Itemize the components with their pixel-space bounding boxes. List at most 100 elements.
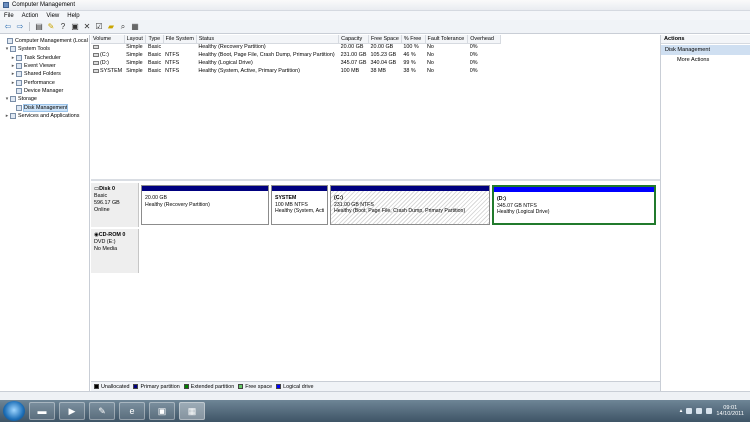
legend-swatch [183, 383, 189, 389]
tree-item-system-tools[interactable]: ▾ System Tools [0, 45, 89, 53]
toolbar-separator [29, 22, 30, 31]
drive-icon [93, 44, 99, 49]
more-actions-link[interactable]: More Actions [661, 55, 750, 65]
table-cell: 345.07 GB [340, 60, 367, 66]
column-header[interactable]: Free Space [368, 35, 402, 44]
legend-label: Free space [245, 383, 273, 390]
partition-system[interactable]: SYSTEM 100 MB NTFS Healthy (System, Acti [271, 185, 328, 225]
table-row[interactable]: Simple Basic Healthy (Recovery Partition… [91, 43, 501, 51]
legend-label: Unallocated [101, 383, 130, 390]
tree-item-label: Performance [24, 79, 55, 86]
remote-desktop-icon[interactable]: ▣ [149, 402, 175, 420]
taskbar: ▬ ▶ ✎ e ▣ ▦ ▴ 09:01 14/10/2011 [0, 400, 750, 422]
column-header[interactable]: Fault Tolerance [425, 35, 469, 44]
table-cell: Simple [126, 60, 143, 66]
disk-info[interactable]: ▭Disk 0 Basic 596.17 GB Online [91, 183, 139, 227]
properties-icon[interactable]: ✎ [46, 22, 56, 32]
services-icon [10, 112, 16, 119]
table-cell: 20.00 GB [340, 44, 364, 51]
table-cell: 0% [469, 52, 478, 58]
volume-cell: SYSTEM [91, 67, 124, 75]
partition-d[interactable]: (D:) 345.07 GB NTFS Healthy (Logical Dri… [492, 185, 656, 225]
tree-item-label: Storage [18, 96, 37, 103]
table-cell: No [427, 68, 434, 74]
table-cell: NTFS [165, 68, 180, 74]
device-manager-icon [16, 87, 22, 94]
legend-item: Free space [238, 384, 272, 390]
menu-help[interactable]: Help [67, 13, 79, 19]
partition-status: Healthy (Logical Drive) [497, 209, 550, 215]
tree-item-disk-management[interactable]: Disk Management [0, 103, 89, 112]
table-cell: Healthy (Logical Drive) [198, 60, 253, 66]
check-icon[interactable]: ☑ [94, 22, 104, 32]
internet-explorer-icon[interactable]: e [119, 402, 145, 420]
menu-action[interactable]: Action [22, 13, 39, 19]
disk-icon[interactable]: ▦ [130, 22, 140, 32]
delete-icon[interactable]: ✕ [82, 22, 92, 32]
column-header[interactable]: Volume [91, 35, 125, 44]
clock-icon [16, 54, 22, 61]
tree-item-computer-management[interactable]: Computer Management (Local [0, 37, 89, 45]
tree-item-label: Disk Management [22, 103, 69, 112]
actions-section-disk-management[interactable]: Disk Management [661, 45, 750, 55]
column-header[interactable]: File System [163, 35, 197, 44]
back-icon[interactable]: ⇦ [3, 22, 13, 32]
open-icon[interactable]: ▰ [106, 22, 116, 32]
volume-icon[interactable] [706, 408, 713, 414]
help-icon[interactable]: ? [58, 22, 68, 32]
table-cell: 20.00 GB [370, 44, 394, 51]
show-hidden-icons-icon[interactable]: ▴ [680, 408, 683, 414]
forward-icon[interactable]: ⇨ [15, 22, 25, 32]
column-header[interactable]: Overhead [467, 35, 501, 44]
table-row[interactable]: SYSTEM Simple Basic NTFS Healthy (System… [91, 67, 501, 75]
table-row[interactable]: (D:) Simple Basic NTFS Healthy (Logical … [91, 59, 501, 67]
menu-view[interactable]: View [46, 13, 59, 19]
start-button[interactable] [3, 401, 25, 421]
tree-item-label: Computer Management (Local [15, 38, 88, 45]
search-icon[interactable]: ⌕ [118, 22, 128, 32]
network-icon[interactable] [696, 408, 703, 414]
media-player-icon[interactable]: ▶ [59, 402, 85, 420]
show-hide-icon[interactable]: ▣ [70, 22, 80, 32]
volume-name: (D:) [100, 60, 109, 66]
paint-icon[interactable]: ✎ [89, 402, 115, 420]
system-tray: ▴ 09:01 14/10/2011 [680, 405, 750, 417]
menu-file[interactable]: File [4, 13, 14, 19]
table-cell: Basic [147, 52, 162, 58]
up-folder-icon[interactable]: ▤ [34, 22, 44, 32]
tree-item-device-manager[interactable]: Device Manager [0, 87, 89, 95]
tree-item-services-and-applications[interactable]: ▸ Services and Applications [0, 112, 89, 120]
volume-name: (C:) [100, 52, 109, 58]
clock[interactable]: 09:01 14/10/2011 [716, 405, 744, 417]
volume-cell: (D:) [91, 59, 124, 67]
action-center-icon[interactable] [686, 408, 693, 414]
tree-item-task-scheduler[interactable]: ▸ Task Scheduler [0, 54, 89, 62]
table-cell: Healthy (System, Active, Primary Partiti… [198, 68, 300, 74]
explorer-icon[interactable]: ▬ [29, 402, 55, 420]
drive-icon [93, 68, 99, 73]
column-header[interactable]: Status [196, 35, 340, 44]
column-header[interactable]: Type [145, 35, 164, 44]
table-cell: 105.23 GB [370, 52, 397, 58]
tree-item-performance[interactable]: ▸ Performance [0, 78, 89, 86]
disk-status: Online [94, 207, 110, 213]
column-header[interactable]: Capacity [338, 35, 369, 44]
disk-info[interactable]: ◉CD-ROM 0 DVD (E:) No Media [91, 229, 139, 273]
tree-item-shared-folders[interactable]: ▸ Shared Folders [0, 70, 89, 78]
tree-item-event-viewer[interactable]: ▸ Event Viewer [0, 62, 89, 70]
table-row[interactable]: (C:) Simple Basic NTFS Healthy (Boot, Pa… [91, 51, 501, 59]
tree-item-label: Shared Folders [24, 71, 61, 78]
tools-icon [10, 46, 16, 53]
tree-item-storage[interactable]: ▾ Storage [0, 95, 89, 103]
column-header[interactable]: % Free [401, 35, 426, 44]
table-cell: 0% [469, 60, 478, 66]
logical-drive-bar [494, 187, 654, 192]
column-header[interactable]: Layout [124, 35, 147, 44]
table-cell: No [427, 52, 434, 58]
table-cell: NTFS [165, 52, 180, 58]
actions-header: Actions [661, 35, 750, 44]
partition-c[interactable]: (C:) 231.00 GB NTFS Healthy (Boot, Page … [330, 185, 490, 225]
event-viewer-icon [16, 63, 22, 70]
computer-management-icon[interactable]: ▦ [179, 402, 205, 420]
partition-recovery[interactable]: 20.00 GB Healthy (Recovery Partition) [141, 185, 269, 225]
